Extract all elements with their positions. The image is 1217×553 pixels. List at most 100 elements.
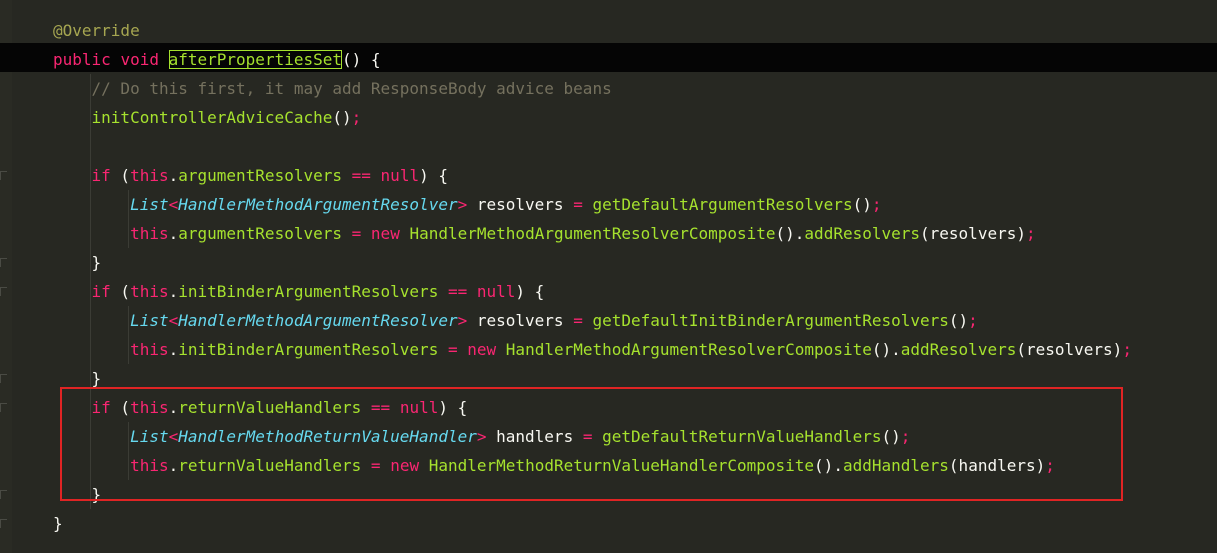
code-token: = bbox=[351, 224, 362, 243]
code-token: == bbox=[351, 166, 371, 185]
code-line[interactable]: // Do this first, it may add ResponseBod… bbox=[53, 74, 612, 103]
code-token: } bbox=[53, 253, 102, 272]
code-token: this bbox=[130, 282, 169, 301]
code-token: () bbox=[775, 224, 795, 243]
code-token: getDefaultInitBinderArgumentResolvers bbox=[592, 311, 949, 330]
code-token: () bbox=[852, 195, 872, 214]
code-token: . bbox=[168, 282, 179, 301]
code-token: > bbox=[457, 311, 468, 330]
code-token: . bbox=[168, 166, 179, 185]
code-line[interactable]: } bbox=[53, 248, 102, 277]
code-token: initBinderArgumentResolvers bbox=[178, 282, 439, 301]
code-token: List bbox=[130, 195, 169, 214]
code-token: ( bbox=[110, 166, 131, 185]
code-token: new bbox=[370, 224, 400, 243]
code-token: if bbox=[91, 282, 111, 301]
code-line[interactable]: public void afterPropertiesSet() { bbox=[53, 45, 381, 74]
code-token: (resolvers) bbox=[920, 224, 1026, 243]
code-token: initBinderArgumentResolvers bbox=[178, 340, 439, 359]
code-token: ; bbox=[968, 311, 978, 330]
code-token: } bbox=[53, 514, 63, 533]
fold-marker-icon[interactable] bbox=[0, 490, 8, 500]
code-token: HandlerMethodArgumentResolver bbox=[178, 195, 458, 214]
code-token: . bbox=[794, 224, 805, 243]
code-token: ; bbox=[871, 195, 882, 214]
fold-marker-icon[interactable] bbox=[0, 171, 8, 181]
code-token: ) { bbox=[515, 282, 545, 301]
code-token: resolvers bbox=[467, 195, 574, 214]
code-token: ) { bbox=[419, 166, 448, 185]
code-token: ; bbox=[1025, 224, 1036, 243]
code-line[interactable]: List<HandlerMethodArgumentResolver> reso… bbox=[53, 190, 881, 219]
fold-marker-icon[interactable] bbox=[0, 287, 8, 297]
code-line[interactable]: List<HandlerMethodArgumentResolver> reso… bbox=[53, 306, 978, 335]
code-token: this bbox=[130, 166, 169, 185]
code-token: == bbox=[447, 282, 468, 301]
code-token: if bbox=[91, 166, 111, 185]
code-token: . bbox=[891, 340, 901, 359]
fold-marker-icon[interactable] bbox=[0, 374, 8, 384]
code-token: = bbox=[447, 340, 458, 359]
fold-marker-icon[interactable] bbox=[0, 258, 8, 268]
code-token: = bbox=[573, 311, 583, 330]
code-token: } bbox=[53, 369, 102, 388]
code-token: null bbox=[380, 166, 420, 185]
annotation-highlight-box bbox=[60, 387, 1123, 501]
code-token: () bbox=[948, 311, 969, 330]
code-line[interactable]: if (this.argumentResolvers == null) { bbox=[53, 161, 448, 190]
code-token: public bbox=[53, 50, 111, 69]
code-token: () bbox=[871, 340, 892, 359]
code-token: new bbox=[467, 340, 497, 359]
code-token: () bbox=[332, 108, 352, 127]
code-token: null bbox=[476, 282, 516, 301]
fold-marker-icon[interactable] bbox=[0, 519, 8, 529]
code-token: (resolvers) bbox=[1016, 340, 1123, 359]
code-line[interactable]: @Override bbox=[53, 16, 140, 45]
code-token: addResolvers bbox=[900, 340, 1017, 359]
code-token: @Override bbox=[53, 21, 140, 40]
code-token: ; bbox=[351, 108, 362, 127]
code-token: HandlerMethodArgumentResolverComposite bbox=[505, 340, 872, 359]
code-token: void bbox=[120, 50, 159, 69]
code-token: > bbox=[457, 195, 468, 214]
code-token: resolvers bbox=[467, 311, 574, 330]
code-line[interactable]: initControllerAdviceCache(); bbox=[53, 103, 362, 132]
code-token: addResolvers bbox=[804, 224, 921, 243]
code-line[interactable]: this.argumentResolvers = new HandlerMeth… bbox=[53, 219, 1036, 248]
code-token: initControllerAdviceCache bbox=[91, 108, 333, 127]
code-token: HandlerMethodArgumentResolverComposite bbox=[409, 224, 776, 243]
code-token: argumentResolvers bbox=[178, 224, 342, 243]
code-token: HandlerMethodArgumentResolver bbox=[178, 311, 458, 330]
code-token: = bbox=[573, 195, 583, 214]
code-token: ( bbox=[110, 282, 131, 301]
code-token: < bbox=[168, 195, 179, 214]
code-token: < bbox=[168, 311, 179, 330]
code-token: List bbox=[130, 311, 169, 330]
code-editor[interactable]: @Override public void afterPropertiesSet(… bbox=[0, 0, 1217, 553]
code-token: this bbox=[130, 340, 169, 359]
code-token: // Do this first, it may add ResponseBod… bbox=[53, 79, 612, 98]
code-line[interactable]: if (this.initBinderArgumentResolvers == … bbox=[53, 277, 545, 306]
code-token: () { bbox=[342, 50, 381, 69]
code-token: afterPropertiesSet bbox=[168, 50, 342, 69]
code-token: ; bbox=[1122, 340, 1132, 359]
code-line[interactable]: } bbox=[53, 509, 63, 538]
code-line[interactable]: this. initBinderArgumentResolvers = new H… bbox=[53, 335, 1132, 364]
fold-marker-icon[interactable] bbox=[0, 403, 8, 413]
